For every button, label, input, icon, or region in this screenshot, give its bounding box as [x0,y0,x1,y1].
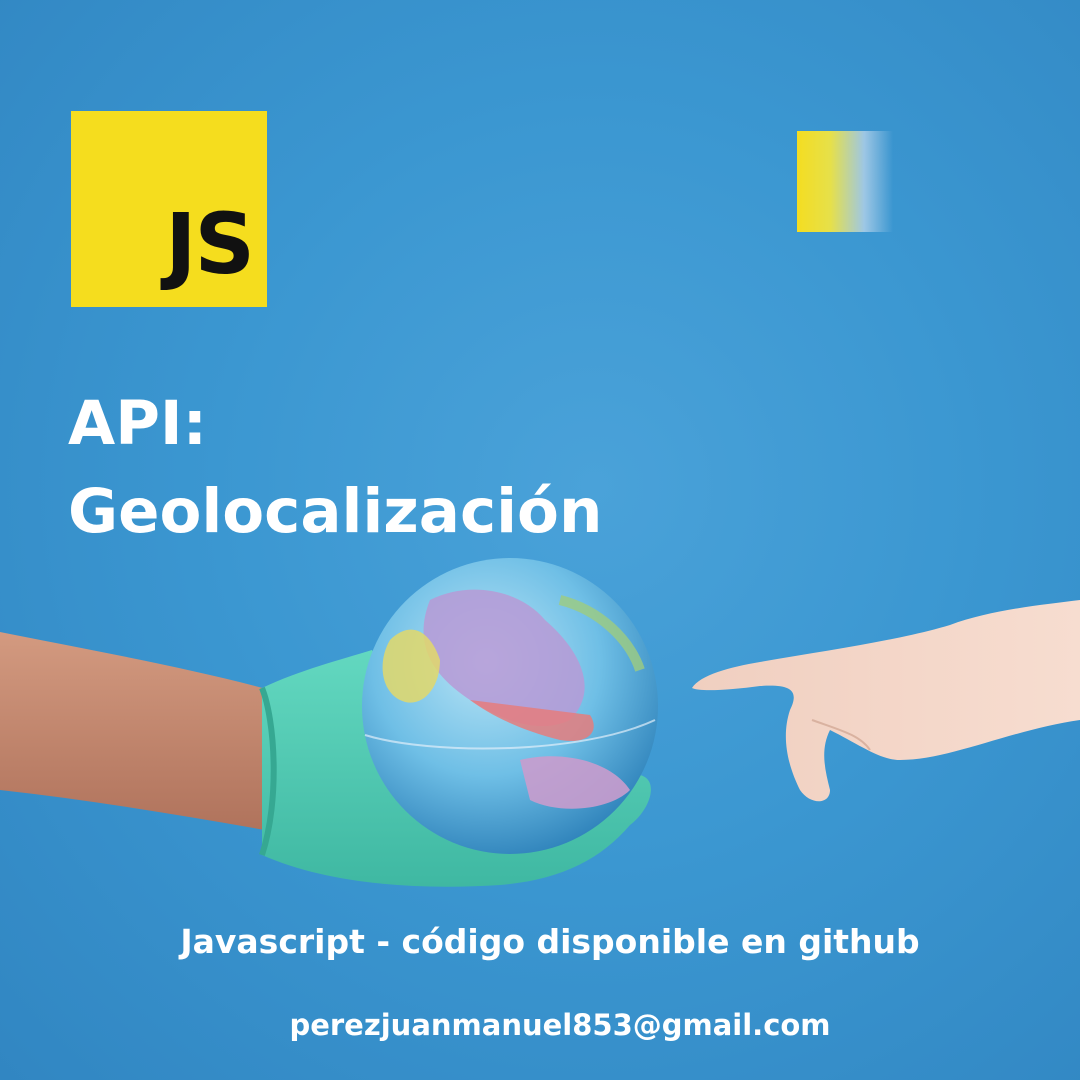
pointing-hand-icon [692,600,1080,802]
title-line-1: API: [68,388,208,459]
contact-email: perezjuanmanuel853@gmail.com [289,1008,831,1042]
globe-icon [362,558,658,854]
javascript-logo: JS [71,111,267,307]
subtitle: Javascript - código disponible en github [180,922,920,961]
title-line-2: Geolocalización [68,476,603,547]
decorative-yellow-square [797,131,893,232]
hands-illustration [0,558,1080,887]
page-title: API: Geolocalización [68,380,602,556]
javascript-logo-text: JS [165,195,255,293]
